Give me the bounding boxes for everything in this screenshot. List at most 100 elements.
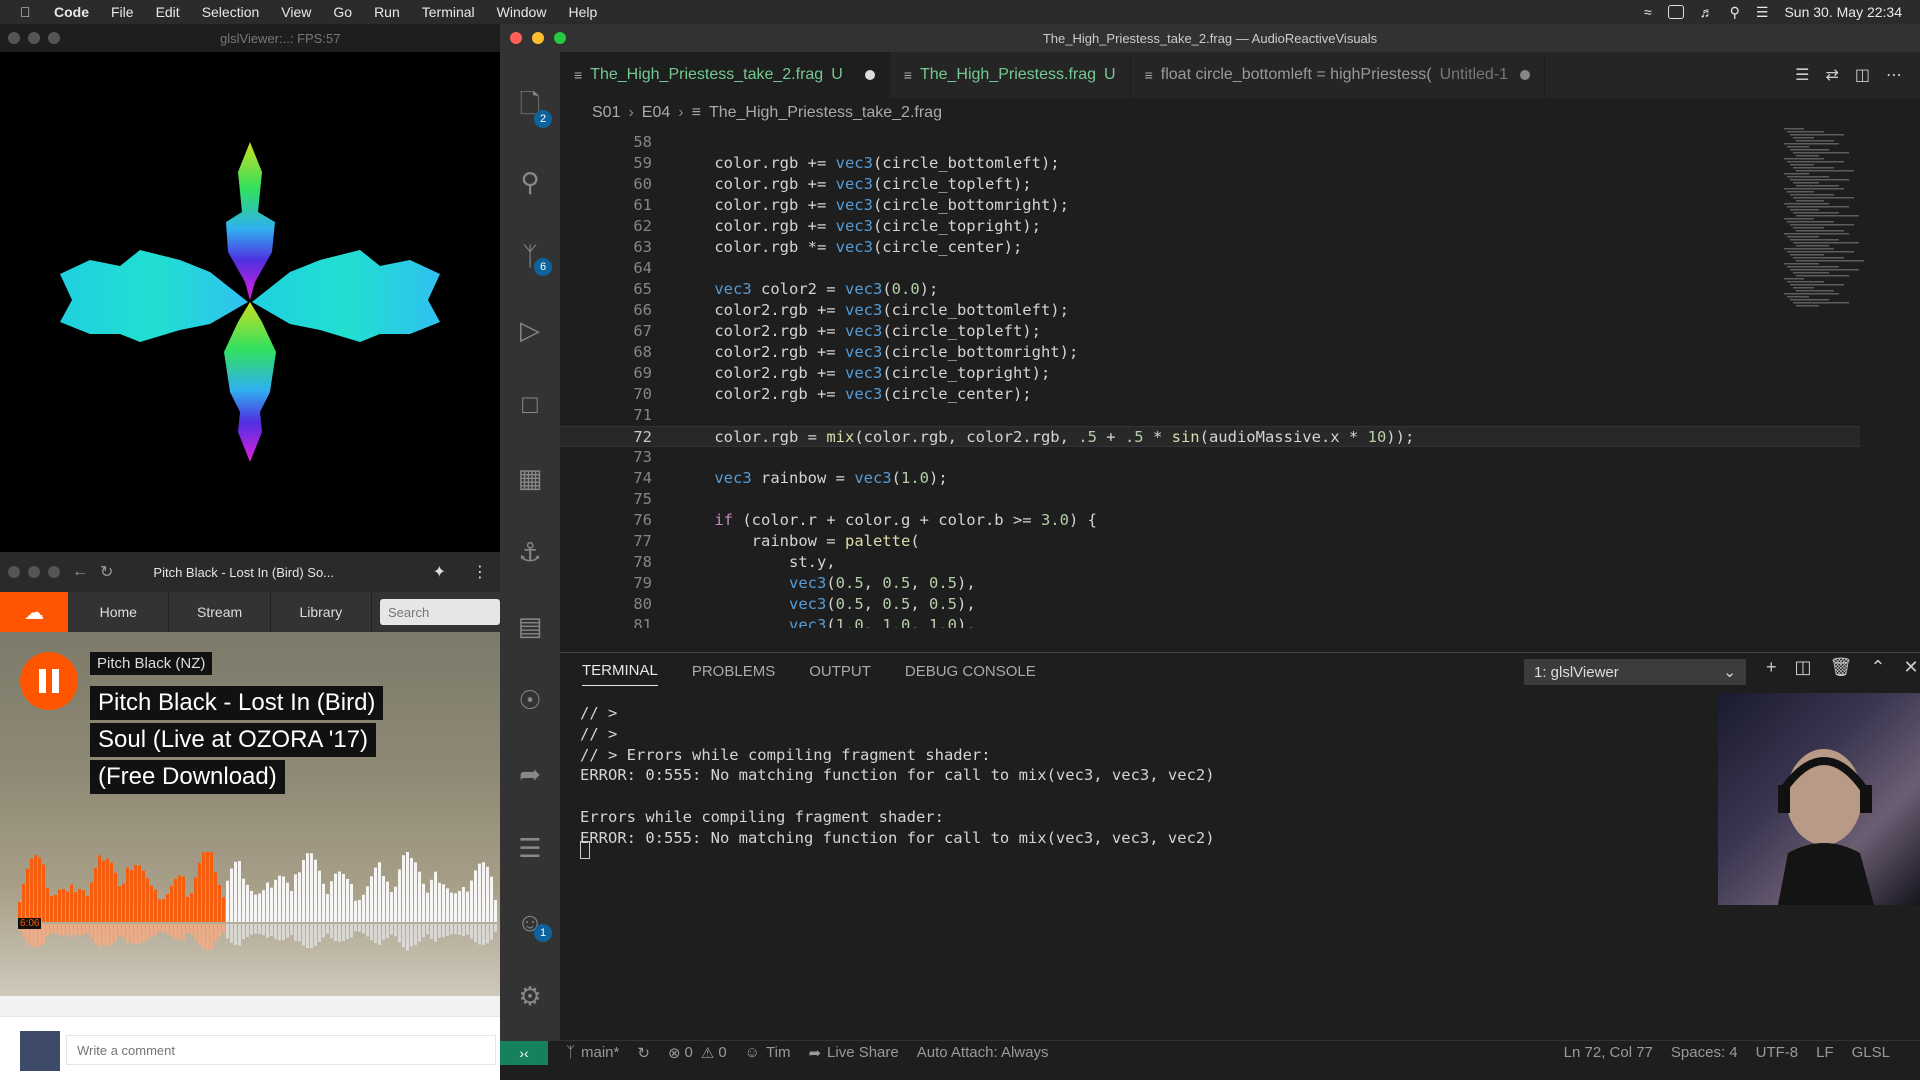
code-line[interactable]: 75 xyxy=(560,489,1860,510)
accounts-icon[interactable]: ☺ 1 xyxy=(512,904,552,942)
code-line[interactable]: 60 color.rgb += vec3(circle_topleft); xyxy=(560,174,1860,195)
code-line[interactable]: 65 vec3 color2 = vec3(0.0); xyxy=(560,279,1860,300)
preview-icon[interactable]: ▤ xyxy=(512,608,548,644)
more-icon[interactable]: ⋮ xyxy=(472,562,488,582)
live-share-icon[interactable]: ➦ xyxy=(512,756,548,792)
auto-attach[interactable]: Auto Attach: Always xyxy=(917,1044,1049,1061)
code-line[interactable]: 59 color.rgb += vec3(circle_bottomleft); xyxy=(560,153,1860,174)
split-editor-icon[interactable]: ◫ xyxy=(1855,65,1870,85)
search-icon[interactable]: ⚲ xyxy=(1730,4,1740,21)
code-line[interactable]: 78 st.y, xyxy=(560,552,1860,573)
git-graph-icon[interactable]: ☉ xyxy=(512,682,548,718)
more-actions-icon[interactable]: ⋯ xyxy=(1886,65,1902,85)
menu-window[interactable]: Window xyxy=(497,4,547,20)
sync-icon[interactable]: ↻ xyxy=(637,1044,650,1062)
zoom-button[interactable] xyxy=(48,566,60,578)
code-line[interactable]: 71 xyxy=(560,405,1860,426)
volume-icon[interactable]: ♬ xyxy=(1700,4,1714,20)
status-user[interactable]: Tim xyxy=(766,1044,790,1061)
end-of-line[interactable]: LF xyxy=(1816,1044,1834,1061)
menu-go[interactable]: Go xyxy=(333,4,352,20)
code-line[interactable]: 61 color.rgb += vec3(circle_bottomright)… xyxy=(560,195,1860,216)
menu-app[interactable]: Code xyxy=(54,4,89,20)
code-line[interactable]: 66 color2.rgb += vec3(circle_bottomleft)… xyxy=(560,300,1860,321)
search-input[interactable] xyxy=(380,599,500,625)
apple-icon[interactable]:  xyxy=(20,4,40,20)
menu-terminal[interactable]: Terminal xyxy=(422,4,475,20)
extensions-icon[interactable]: ✦ xyxy=(433,562,446,582)
close-panel-icon[interactable]: ✕ xyxy=(1903,657,1918,678)
encoding[interactable]: UTF-8 xyxy=(1756,1044,1799,1061)
back-icon[interactable]: ← xyxy=(72,563,88,581)
minimize-button[interactable] xyxy=(28,566,40,578)
comment-input[interactable] xyxy=(66,1035,496,1065)
menu-view[interactable]: View xyxy=(281,4,311,20)
outline-icon[interactable]: ☰ xyxy=(512,830,548,866)
reload-icon[interactable]: ↻ xyxy=(100,562,113,582)
menu-help[interactable]: Help xyxy=(568,4,597,20)
breadcrumb-item[interactable]: The_High_Priestess_take_2.frag xyxy=(709,104,942,122)
terminal-select[interactable]: 1: glslViewer ⌄ xyxy=(1524,659,1746,685)
menu-run[interactable]: Run xyxy=(374,4,400,20)
list-icon[interactable]: ☰ xyxy=(1795,65,1809,85)
close-button[interactable] xyxy=(8,32,20,44)
tab-take-2[interactable]: ≡ The_High_Priestess_take_2.frag U xyxy=(560,52,890,98)
indentation[interactable]: Spaces: 4 xyxy=(1671,1044,1738,1061)
warning-count[interactable]: 0 xyxy=(718,1044,726,1061)
code-editor[interactable]: 58 59 color.rgb += vec3(circle_bottomleft… xyxy=(560,128,1920,628)
error-count[interactable]: 0 xyxy=(685,1044,693,1061)
open-changes-icon[interactable]: ⇄ xyxy=(1825,65,1838,85)
trash-icon[interactable]: 🗑 xyxy=(1830,657,1853,678)
language-mode[interactable]: GLSL xyxy=(1852,1044,1890,1061)
close-button[interactable] xyxy=(8,566,20,578)
minimize-button[interactable] xyxy=(28,32,40,44)
breadcrumb-item[interactable]: E04 xyxy=(642,104,670,122)
code-line[interactable]: 72 color.rgb = mix(color.rgb, color2.rgb… xyxy=(560,426,1860,447)
run-debug-icon[interactable]: ▷ xyxy=(512,312,548,348)
nav-home[interactable]: Home xyxy=(68,592,170,632)
code-line[interactable]: 68 color2.rgb += vec3(circle_bottomright… xyxy=(560,342,1860,363)
clock[interactable]: Sun 30. May 22:34 xyxy=(1784,4,1902,20)
code-line[interactable]: 67 color2.rgb += vec3(circle_topleft); xyxy=(560,321,1860,342)
nav-stream[interactable]: Stream xyxy=(169,592,271,632)
tab-terminal[interactable]: TERMINAL xyxy=(582,662,658,686)
maximize-panel-icon[interactable]: ⌃ xyxy=(1870,657,1885,678)
menu-file[interactable]: File xyxy=(111,4,134,20)
code-line[interactable]: 77 rainbow = palette( xyxy=(560,531,1860,552)
code-line[interactable]: 80 vec3(0.5, 0.5, 0.5), xyxy=(560,594,1860,615)
docker-icon[interactable]: ⚓ xyxy=(512,534,548,570)
pause-button[interactable] xyxy=(20,652,78,710)
tab-untitled[interactable]: ≡ float circle_bottomleft = highPriestes… xyxy=(1131,52,1546,98)
terminal-output[interactable]: // > // > // > Errors while compiling frag… xyxy=(580,703,1215,849)
remote-explorer-icon[interactable]: □ xyxy=(512,386,548,422)
code-line[interactable]: 76 if (color.r + color.g + color.b >= 3.… xyxy=(560,510,1860,531)
code-line[interactable]: 79 vec3(0.5, 0.5, 0.5), xyxy=(560,573,1860,594)
unsaved-dot-icon[interactable] xyxy=(864,70,875,80)
battery-icon[interactable] xyxy=(1667,5,1684,19)
code-line[interactable]: 62 color.rgb += vec3(circle_topright); xyxy=(560,216,1860,237)
soundcloud-logo-icon[interactable]: ☁ xyxy=(0,592,69,632)
extensions-icon[interactable]: ▦ xyxy=(512,460,548,496)
search-icon[interactable]: ⚲ xyxy=(512,164,548,200)
code-line[interactable]: 74 vec3 rainbow = vec3(1.0); xyxy=(560,468,1860,489)
tab-output[interactable]: OUTPUT xyxy=(809,663,871,680)
minimap[interactable] xyxy=(1780,128,1870,328)
waveform[interactable] xyxy=(18,852,498,952)
breadcrumb-item[interactable]: S01 xyxy=(592,104,620,122)
tab-debug-console[interactable]: DEBUG CONSOLE xyxy=(905,663,1036,680)
code-line[interactable]: 70 color2.rgb += vec3(circle_center); xyxy=(560,384,1860,405)
nav-library[interactable]: Library xyxy=(271,592,372,632)
menu-edit[interactable]: Edit xyxy=(156,4,180,20)
wifi-icon[interactable]: ≈ xyxy=(1644,4,1652,20)
tab-high-priestess[interactable]: ≡ The_High_Priestess.frag U xyxy=(890,52,1131,98)
live-share[interactable]: Live Share xyxy=(827,1044,899,1061)
explorer-icon[interactable]: 🗋 2 xyxy=(512,89,552,128)
code-line[interactable]: 63 color.rgb *= vec3(circle_center); xyxy=(560,237,1860,258)
settings-gear-icon[interactable]: ⚙ xyxy=(512,978,548,1014)
tab-problems[interactable]: PROBLEMS xyxy=(692,663,775,680)
menu-selection[interactable]: Selection xyxy=(202,4,260,20)
remote-indicator-icon[interactable]: ›‹ xyxy=(500,1040,548,1065)
control-center-icon[interactable]: ☰ xyxy=(1756,4,1769,21)
track-artist[interactable]: Pitch Black (NZ) xyxy=(90,652,213,675)
code-line[interactable]: 81 vec3(1.0, 1.0, 1.0), xyxy=(560,615,1860,628)
